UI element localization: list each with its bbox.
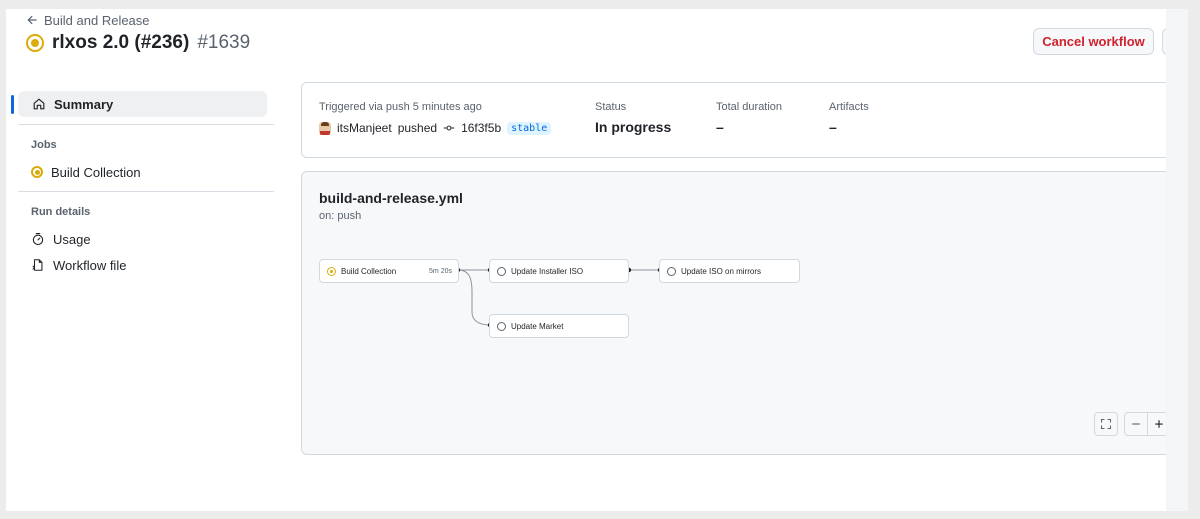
edge-build-to-market <box>457 269 491 326</box>
job-node-build-collection[interactable]: Build Collection 5m 20s <box>319 259 459 283</box>
in-progress-status-icon <box>26 34 44 52</box>
status-value: In progress <box>595 119 672 135</box>
sidebar-divider <box>18 124 274 125</box>
sidebar-divider <box>18 191 274 192</box>
minus-icon <box>1132 423 1140 425</box>
run-number: #1639 <box>197 32 251 53</box>
job-node-update-iso-on-mirrors[interactable]: Update ISO on mirrors <box>659 259 800 283</box>
duration-label: Total duration <box>716 101 783 113</box>
sidebar-item-summary[interactable]: Summary <box>18 91 267 117</box>
artifacts-label: Artifacts <box>829 101 869 113</box>
run-details-heading: Run details <box>31 206 91 218</box>
sidebar-item-label: Workflow file <box>53 257 127 273</box>
active-indicator <box>11 95 14 114</box>
cancel-workflow-button[interactable]: Cancel workflow <box>1033 28 1154 55</box>
scroll-gutter <box>1166 9 1188 511</box>
trigger-label: Triggered via push 5 minutes ago <box>319 101 482 113</box>
workflow-graph: build-and-release.yml on: push Build Col… <box>301 171 1166 455</box>
sidebar-item-label: Summary <box>54 96 114 112</box>
run-name: rlxos 2.0 (#236) <box>52 32 190 53</box>
job-name: Build Collection <box>341 266 397 276</box>
commit-sha-link[interactable]: 16f3f5b <box>461 121 501 135</box>
job-name: Update Installer ISO <box>511 266 584 276</box>
in-progress-status-icon <box>327 266 336 276</box>
jobs-heading: Jobs <box>31 139 57 151</box>
in-progress-status-icon <box>31 166 43 178</box>
run-summary-card: Triggered via push 5 minutes ago itsManj… <box>301 82 1166 158</box>
pending-status-icon <box>497 266 506 276</box>
graph-connectors <box>455 267 663 328</box>
avatar <box>319 121 331 135</box>
branch-tag[interactable]: stable <box>507 121 552 135</box>
home-icon <box>33 98 45 110</box>
job-node-update-market[interactable]: Update Market <box>489 314 629 338</box>
trigger-action: pushed <box>397 121 438 135</box>
status-label: Status <box>595 101 627 113</box>
sidebar-item-label: Usage <box>53 231 91 247</box>
sidebar-item-build-collection[interactable]: Build Collection <box>31 159 141 185</box>
job-name: Update ISO on mirrors <box>681 266 762 276</box>
file-icon <box>32 259 43 271</box>
zoom-in-button[interactable] <box>1147 412 1166 436</box>
plus-icon <box>1155 420 1163 428</box>
zoom-out-button[interactable] <box>1124 412 1148 436</box>
artifacts-value: – <box>829 119 837 135</box>
job-node-update-installer-iso[interactable]: Update Installer ISO <box>489 259 629 283</box>
job-duration: 5m 20s <box>429 267 452 275</box>
pending-status-icon <box>667 266 676 276</box>
back-link-label: Build and Release <box>44 12 150 28</box>
pending-status-icon <box>497 321 506 331</box>
page-title: rlxos 2.0 (#236) #1639 <box>26 31 250 55</box>
duration-value: – <box>716 119 724 135</box>
sidebar-item-usage[interactable]: Usage <box>31 226 91 252</box>
back-to-workflow-link[interactable]: Build and Release <box>26 11 150 29</box>
actor-link[interactable]: itsManjeet <box>337 121 392 135</box>
fullscreen-icon <box>1100 418 1112 430</box>
git-commit-icon <box>443 125 455 131</box>
workflow-run-page: Build and Release rlxos 2.0 (#236) #1639… <box>6 9 1166 511</box>
fullscreen-button[interactable] <box>1094 412 1118 436</box>
trigger-details: itsManjeet pushed 16f3f5b stable <box>319 121 552 135</box>
sidebar-item-label: Build Collection <box>51 164 141 180</box>
job-name: Update Market <box>511 321 564 331</box>
sidebar-item-workflow-file[interactable]: Workflow file <box>31 252 126 278</box>
stopwatch-icon <box>32 233 44 246</box>
arrow-left-icon <box>27 15 37 25</box>
